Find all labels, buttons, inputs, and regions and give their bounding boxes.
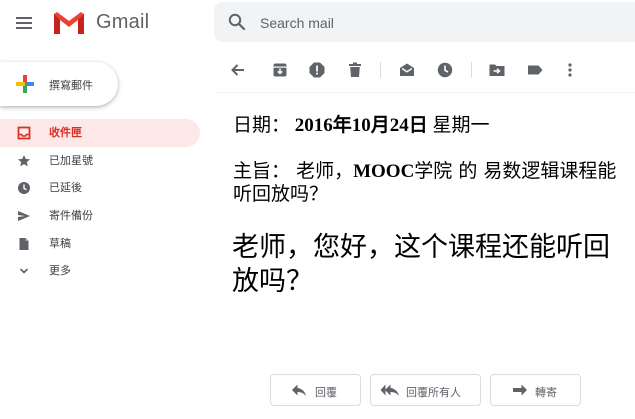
clock-icon	[18, 182, 30, 195]
archive-icon[interactable]	[271, 61, 289, 79]
send-icon	[18, 211, 30, 222]
sidebar-item-label: 草稿	[49, 237, 71, 250]
subject-rest: 学院 的 易数逻辑课程能听回放吗？	[233, 160, 617, 205]
compose-button[interactable]: 撰寫郵件	[0, 62, 118, 106]
sidebar-item-label: 已加星號	[49, 154, 93, 167]
search-input[interactable]	[260, 12, 560, 34]
sidebar-nav: 收件匣 已加星號 已延後 寄件備份 草稿 更多	[0, 119, 200, 285]
report-spam-icon[interactable]	[308, 61, 326, 79]
sidebar-item-label: 更多	[49, 265, 71, 278]
gmail-logo-icon[interactable]	[52, 8, 86, 36]
reply-all-button[interactable]: 回覆所有人	[370, 374, 481, 406]
search-icon[interactable]	[228, 13, 246, 31]
sidebar-item-inbox[interactable]: 收件匣	[0, 119, 200, 147]
compose-label: 撰寫郵件	[49, 80, 93, 92]
compose-plus-icon	[16, 75, 34, 93]
message-date: 日期： 2016年10月24日 星期一	[233, 110, 490, 137]
app-name: Gmail	[96, 11, 150, 33]
top-header: Gmail	[0, 0, 635, 48]
toolbar-separator	[471, 62, 472, 78]
date-weekday: 星期一	[432, 114, 490, 136]
delete-icon[interactable]	[346, 61, 364, 79]
sidebar-item-label: 寄件備份	[49, 210, 93, 223]
more-vert-icon[interactable]	[561, 61, 579, 79]
subject-bold: MOOC	[353, 161, 415, 182]
mark-unread-icon[interactable]	[398, 61, 416, 79]
date-label: 日期：	[233, 114, 291, 136]
forward-label: 轉寄	[535, 387, 557, 399]
move-to-icon[interactable]	[488, 61, 506, 79]
sidebar-item-label: 收件匣	[49, 127, 82, 139]
subject-prefix: 老师，	[296, 160, 354, 182]
reply-label: 回覆	[315, 387, 337, 399]
reply-icon	[292, 384, 306, 396]
sidebar-item-starred[interactable]: 已加星號	[0, 147, 200, 175]
snooze-icon[interactable]	[436, 61, 454, 79]
message-toolbar	[216, 56, 635, 86]
toolbar-divider	[216, 92, 635, 93]
reply-all-label: 回覆所有人	[406, 387, 461, 399]
back-arrow-icon[interactable]	[229, 61, 247, 79]
sidebar-item-more[interactable]: 更多	[0, 257, 200, 285]
main-menu-button[interactable]	[14, 14, 34, 30]
date-value: 2016年10月24日	[294, 115, 428, 136]
toolbar-separator	[380, 62, 381, 78]
forward-icon	[513, 384, 527, 396]
reply-button[interactable]: 回覆	[270, 374, 361, 406]
reply-all-icon	[380, 384, 399, 396]
inbox-icon	[17, 126, 31, 140]
sidebar-item-label: 已延後	[49, 182, 82, 195]
chevron-down-icon	[19, 268, 29, 275]
sidebar-item-drafts[interactable]: 草稿	[0, 230, 200, 258]
search-bar[interactable]	[214, 2, 635, 42]
star-icon	[18, 154, 30, 167]
forward-button[interactable]: 轉寄	[490, 374, 581, 406]
draft-icon	[19, 237, 29, 250]
sidebar-item-sent[interactable]: 寄件備份	[0, 202, 200, 230]
message-subject: 主旨： 老师，MOOC学院 的 易数逻辑课程能听回放吗？	[233, 160, 628, 206]
subject-label: 主旨：	[233, 160, 291, 182]
message-body: 老师，您好，这个课程还能听回放吗？	[232, 232, 610, 297]
sidebar-item-snoozed[interactable]: 已延後	[0, 174, 200, 202]
label-icon[interactable]	[526, 61, 544, 79]
